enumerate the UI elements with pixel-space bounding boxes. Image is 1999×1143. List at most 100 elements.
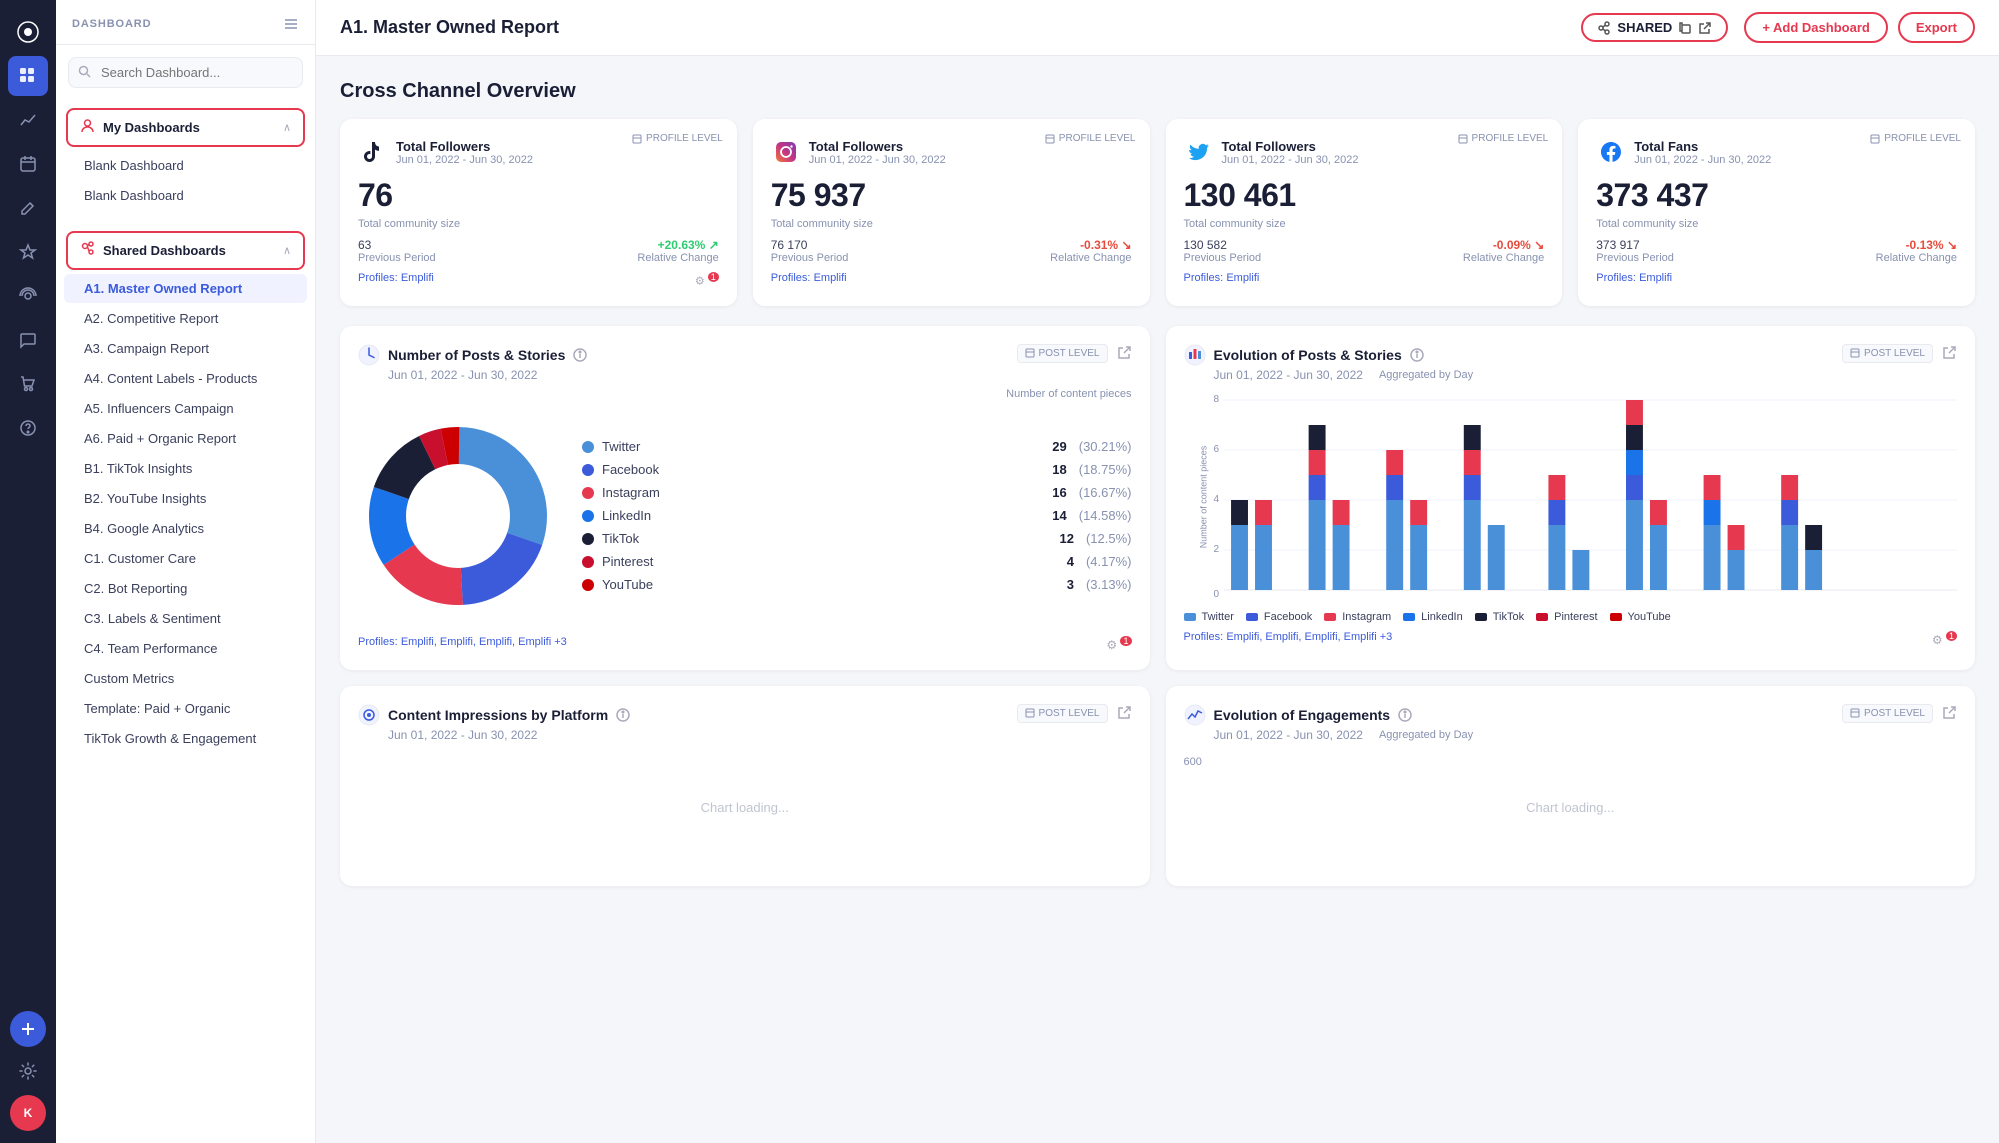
bar-legend-instagram: Instagram: [1324, 611, 1391, 623]
posts-chart-icon: [358, 344, 380, 366]
sidebar-item-a4[interactable]: A4. Content Labels - Products: [64, 364, 307, 393]
chart2-title: Evolution of Posts & Stories: [1214, 347, 1402, 363]
shared-dashboards-chevron: ∧: [283, 244, 291, 257]
content-pieces-label: Number of content pieces: [358, 388, 1132, 400]
sidebar-item-a6[interactable]: A6. Paid + Organic Report: [64, 424, 307, 453]
twitter-change: -0.09% ↘: [1463, 238, 1544, 252]
add-dashboard-button[interactable]: + Add Dashboard: [1744, 12, 1888, 43]
chart4-title: Evolution of Engagements: [1214, 707, 1391, 723]
shared-dashboards-label: Shared Dashboards: [103, 243, 283, 258]
compose-nav-icon[interactable]: [8, 188, 48, 228]
shared-label: SHARED: [1617, 20, 1672, 35]
shared-badge[interactable]: SHARED: [1581, 13, 1728, 42]
my-dashboards-header[interactable]: My Dashboards ∧: [66, 108, 305, 147]
sidebar-item-blank2[interactable]: Blank Dashboard: [64, 181, 307, 210]
care-nav-icon[interactable]: [8, 320, 48, 360]
instagram-profile-badge: PROFILE LEVEL: [1045, 133, 1136, 144]
listen-nav-icon[interactable]: [8, 276, 48, 316]
bar-legend-linkedin: LinkedIn: [1403, 611, 1463, 623]
main-content: A1. Master Owned Report SHARED + Add Das…: [316, 0, 1999, 1143]
instagram-legend-count: 16: [1052, 485, 1066, 500]
section-title: Cross Channel Overview: [340, 80, 1975, 103]
tiktok-rel-change: Relative Change: [637, 252, 718, 264]
sidebar-item-template[interactable]: Template: Paid + Organic: [64, 694, 307, 723]
facebook-legend-dot: [582, 464, 594, 476]
chart-content-impressions: Content Impressions by Platform Jun 01, …: [340, 686, 1150, 886]
add-nav-icon[interactable]: [10, 1011, 46, 1047]
chart2-export-icon[interactable]: [1941, 345, 1957, 361]
calendar-nav-icon[interactable]: [8, 144, 48, 184]
instagram-platform-icon: [771, 137, 801, 167]
twitter-prev-label: 130 582: [1184, 238, 1262, 252]
user-avatar[interactable]: K: [10, 1095, 46, 1131]
facebook-legend-name: Facebook: [602, 462, 1044, 477]
search-icon: [78, 65, 91, 81]
twitter-label: Total community size: [1184, 218, 1545, 230]
sidebar-item-blank1[interactable]: Blank Dashboard: [64, 151, 307, 180]
chart1-info-icon: [573, 348, 587, 362]
sidebar-item-b4[interactable]: B4. Google Analytics: [64, 514, 307, 543]
sidebar-item-a5[interactable]: A5. Influencers Campaign: [64, 394, 307, 423]
sidebar-item-a1[interactable]: A1. Master Owned Report: [64, 274, 307, 303]
chart4-y-value: 600: [1184, 756, 1202, 768]
sidebar-item-tiktok[interactable]: TikTok Growth & Engagement: [64, 724, 307, 753]
linkedin-legend-name: LinkedIn: [602, 508, 1044, 523]
chart4-agg: Aggregated by Day: [1379, 729, 1473, 741]
top-bar: A1. Master Owned Report SHARED + Add Das…: [316, 0, 1999, 56]
chart4-info-icon: [1398, 708, 1412, 722]
dashboard-nav-icon[interactable]: [8, 56, 48, 96]
chart4-badge: POST LEVEL: [1842, 704, 1933, 723]
instagram-card-title: Total Followers: [809, 139, 946, 154]
sidebar-item-b1[interactable]: B1. TikTok Insights: [64, 454, 307, 483]
analytics-nav-icon[interactable]: [8, 100, 48, 140]
external-link-icon[interactable]: [1698, 21, 1712, 35]
facebook-legend-count: 18: [1052, 462, 1066, 477]
donut-section: Twitter 29 (30.21%) Facebook 18 (18.75%): [358, 404, 1132, 628]
metrics-grid: Total Followers Jun 01, 2022 - Jun 30, 2…: [340, 119, 1975, 306]
shared-dashboards-header[interactable]: Shared Dashboards ∧: [66, 231, 305, 270]
icon-bar: K: [0, 0, 56, 1143]
search-input[interactable]: [68, 57, 303, 88]
sidebar-item-c1[interactable]: C1. Customer Care: [64, 544, 307, 573]
my-dashboards-label: My Dashboards: [103, 120, 283, 135]
sidebar-item-custom-metrics[interactable]: Custom Metrics: [64, 664, 307, 693]
logo-icon: [8, 12, 48, 52]
engage-nav-icon[interactable]: [8, 232, 48, 272]
chart4-export-icon[interactable]: [1941, 705, 1957, 721]
shop-nav-icon[interactable]: [8, 364, 48, 404]
shared-dashboards-section: Shared Dashboards ∧ A1. Master Owned Rep…: [56, 219, 315, 762]
chart3-export-icon[interactable]: [1116, 705, 1132, 721]
bar-legend-youtube: YouTube: [1610, 611, 1671, 623]
twitter-rel-change: Relative Change: [1463, 252, 1544, 264]
sidebar-item-a2[interactable]: A2. Competitive Report: [64, 304, 307, 333]
tiktok-change: +20.63% ↗: [637, 238, 718, 252]
metric-card-tiktok: Total Followers Jun 01, 2022 - Jun 30, 2…: [340, 119, 737, 306]
bar-tiktok-dot: [1475, 613, 1487, 621]
sidebar-item-c4[interactable]: C4. Team Performance: [64, 634, 307, 663]
sidebar-item-a3[interactable]: A3. Campaign Report: [64, 334, 307, 363]
sidebar-header: DASHBOARD: [56, 0, 315, 45]
sidebar-search[interactable]: [68, 57, 303, 88]
sidebar-item-b2[interactable]: B2. YouTube Insights: [64, 484, 307, 513]
instagram-profiles: Profiles: Emplifi: [771, 272, 1132, 284]
sidebar-item-c2[interactable]: C2. Bot Reporting: [64, 574, 307, 603]
chart3-info-icon: [616, 708, 630, 722]
chart1-export-icon[interactable]: [1116, 345, 1132, 361]
instagram-prev-label: 76 170: [771, 238, 849, 252]
chart1-badge: POST LEVEL: [1017, 344, 1108, 363]
youtube-legend-dot: [582, 579, 594, 591]
chart3-placeholder: Chart loading...: [358, 748, 1132, 868]
instagram-value: 75 937: [771, 177, 1132, 214]
chart2-profiles: Profiles: Emplifi, Emplifi, Emplifi, Emp…: [1184, 631, 1958, 643]
export-button[interactable]: Export: [1898, 12, 1975, 43]
chart1-date: Jun 01, 2022 - Jun 30, 2022: [388, 368, 587, 382]
facebook-prev-label: 373 917: [1596, 238, 1674, 252]
help-nav-icon[interactable]: [8, 408, 48, 448]
tiktok-profile-badge: PROFILE LEVEL: [632, 133, 723, 144]
settings-nav-icon[interactable]: [8, 1051, 48, 1091]
legend-instagram: Instagram 16 (16.67%): [582, 485, 1132, 500]
copy-icon[interactable]: [1678, 21, 1692, 35]
sidebar-item-c3[interactable]: C3. Labels & Sentiment: [64, 604, 307, 633]
sidebar-collapse-icon[interactable]: [283, 16, 299, 32]
instagram-prev-period: Previous Period: [771, 252, 849, 264]
